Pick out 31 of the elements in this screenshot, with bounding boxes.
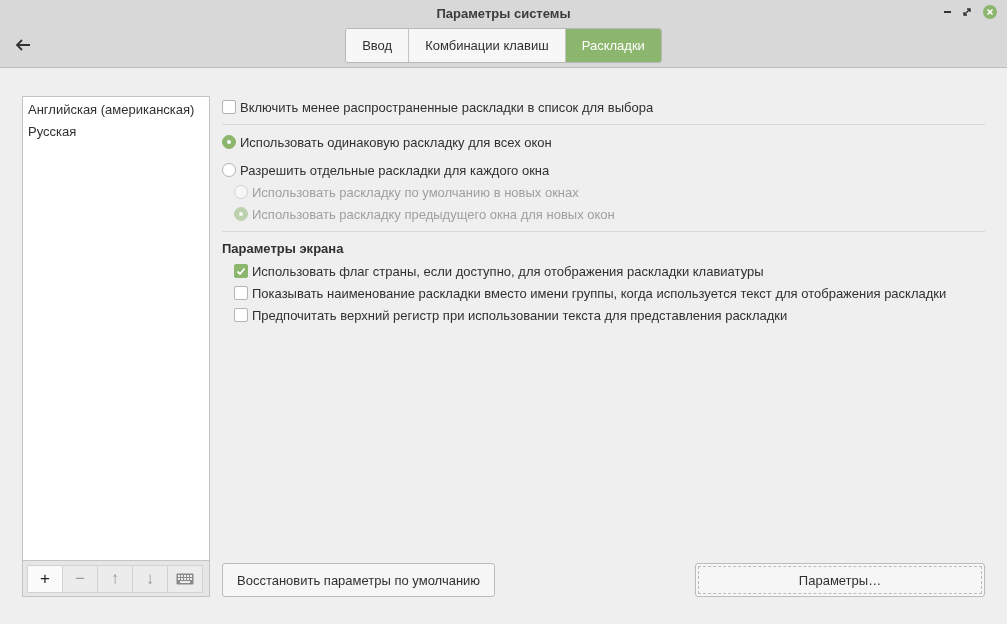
back-arrow-icon xyxy=(15,38,31,52)
section-heading: Параметры экрана xyxy=(222,240,345,258)
checkbox[interactable] xyxy=(222,100,236,114)
layout-item[interactable]: Русская xyxy=(23,122,81,144)
options-button[interactable]: Параметры… xyxy=(695,563,985,597)
reset-button[interactable]: Восстановить параметры по умолчанию xyxy=(222,563,496,597)
keyboard-icon xyxy=(176,573,194,585)
radio-label: Использовать одинаковую раскладку для всех окон xyxy=(240,134,552,150)
close-icon xyxy=(983,5,997,19)
close-button[interactable] xyxy=(983,5,997,19)
checkbox[interactable] xyxy=(234,308,248,322)
checkbox[interactable] xyxy=(234,264,248,278)
checkbox-label: Предпочитать верхний регистр при использовании текста для представления раскладки xyxy=(252,307,788,323)
radio-label: Использовать раскладку по умолчанию в новых окнах xyxy=(252,184,579,200)
checkbox-label: Включить менее распространенные раскладки в список для выбора xyxy=(240,99,654,115)
layout-item[interactable]: Английская (американская) xyxy=(23,100,199,122)
checkmark-icon xyxy=(235,265,247,277)
radio-label: Разрешить отдельные раскладки для каждого окна xyxy=(240,162,550,178)
tab[interactable]: Комбинации клавиш xyxy=(408,29,565,62)
radio-label: Использовать раскладку предыдущего окна для новых окон xyxy=(252,206,615,222)
maximize-icon xyxy=(961,6,973,18)
tab[interactable]: Ввод xyxy=(346,29,409,62)
minimize-icon xyxy=(944,11,951,13)
add-button[interactable]: + xyxy=(27,565,63,593)
checkbox-label: Использовать флаг страны, если доступно, для отображения раскладки клавиатуры xyxy=(252,263,764,279)
checkbox-label: Показывать наименование раскладки вместо имени группы, когда используется текст для отображения раскладки xyxy=(252,285,947,301)
window-title: Параметры системы xyxy=(436,5,571,22)
maximize-button[interactable] xyxy=(961,6,973,18)
checkbox[interactable] xyxy=(234,286,248,300)
radio-button[interactable] xyxy=(222,135,236,149)
radio-button[interactable] xyxy=(222,163,236,177)
